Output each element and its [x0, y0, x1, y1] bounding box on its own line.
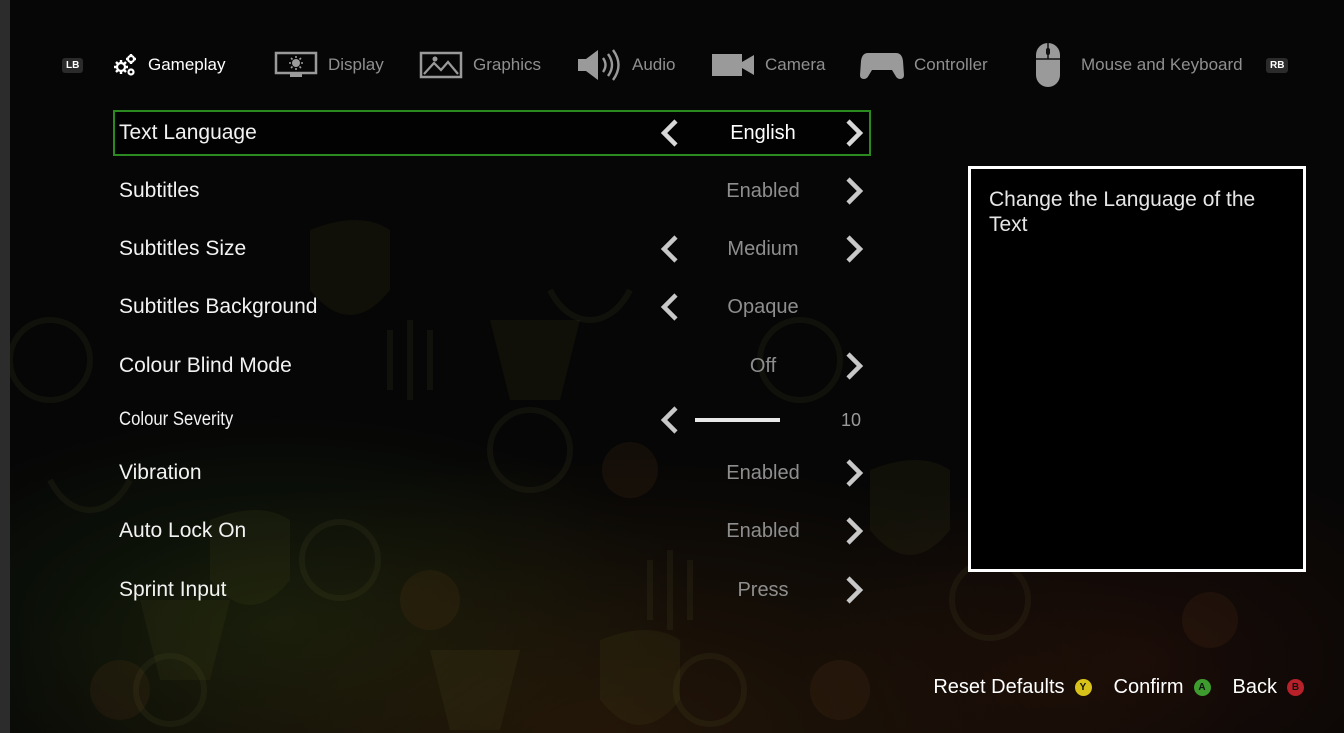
setting-vibration[interactable]: Vibration Enabled — [113, 450, 871, 496]
setting-value: Medium — [727, 238, 799, 260]
back-hint[interactable]: Back B — [1233, 676, 1304, 699]
tab-graphics[interactable]: Graphics — [419, 40, 541, 90]
category-tab-bar: LB Gameplay Display Graphics Audio Camer… — [10, 40, 1344, 90]
chevron-right-icon[interactable] — [843, 119, 865, 147]
setting-subtitles[interactable]: Subtitles Enabled — [113, 168, 871, 214]
lb-button-icon[interactable]: LB — [62, 58, 84, 73]
tab-label: Mouse and Keyboard — [1081, 55, 1243, 74]
tab-camera[interactable]: Camera — [711, 40, 825, 90]
setting-label: Subtitles — [119, 179, 200, 202]
b-button-icon: B — [1287, 678, 1304, 696]
gears-icon — [112, 52, 138, 78]
setting-label: Auto Lock On — [119, 519, 247, 542]
setting-colour-severity[interactable]: Colour Severity 10 — [113, 397, 871, 443]
setting-value: English — [730, 122, 796, 144]
setting-label: Subtitles Background — [119, 295, 318, 318]
back-label: Back — [1232, 675, 1277, 698]
description-text: Change the Language of the Text — [989, 188, 1256, 236]
tab-label: Camera — [765, 55, 826, 74]
setting-value: Enabled — [726, 180, 800, 202]
chevron-left-icon[interactable] — [659, 293, 681, 321]
a-button-icon: A — [1193, 678, 1211, 696]
tab-gameplay[interactable]: Gameplay — [112, 40, 225, 90]
video-camera-icon — [711, 52, 755, 78]
chevron-left-icon[interactable] — [659, 235, 681, 263]
setting-label: Vibration — [119, 461, 202, 484]
button-hints: Reset Defaults Y Confirm A Back B — [911, 672, 1304, 702]
setting-label: Text Language — [119, 121, 257, 144]
setting-value: Off — [749, 355, 777, 377]
confirm-hint[interactable]: Confirm A — [1114, 676, 1211, 699]
tab-label: Audio — [632, 55, 676, 74]
tab-label: Gameplay — [148, 55, 226, 74]
rb-button-icon[interactable]: RB — [1266, 58, 1289, 73]
tab-display[interactable]: Display — [274, 40, 384, 90]
severity-slider[interactable] — [695, 418, 780, 422]
setting-label: Colour Severity — [119, 409, 234, 430]
chevron-right-icon[interactable] — [843, 459, 865, 487]
setting-label: Subtitles Size — [119, 237, 247, 260]
setting-label: Sprint Input — [119, 578, 227, 601]
chevron-right-icon[interactable] — [843, 576, 865, 604]
tab-audio[interactable]: Audio — [576, 40, 675, 90]
severity-value: 10 — [841, 410, 862, 430]
setting-value: Enabled — [726, 462, 800, 484]
setting-value: Opaque — [727, 296, 799, 318]
image-icon — [419, 51, 463, 79]
screen-edge — [0, 0, 10, 733]
setting-sprint-input[interactable]: Sprint Input Press — [113, 567, 871, 613]
settings-screen: LB Gameplay Display Graphics Audio Camer… — [10, 0, 1344, 733]
tab-label: Controller — [914, 55, 988, 74]
setting-colour-blind-mode[interactable]: Colour Blind Mode Off — [113, 343, 871, 389]
speaker-icon — [576, 47, 622, 83]
chevron-right-icon[interactable] — [843, 352, 865, 380]
chevron-right-icon[interactable] — [843, 517, 865, 545]
setting-subtitles-size[interactable]: Subtitles Size Medium — [113, 226, 871, 272]
y-button-icon: Y — [1074, 678, 1092, 696]
setting-label: Colour Blind Mode — [119, 354, 292, 377]
chevron-left-icon[interactable] — [659, 406, 681, 434]
setting-value: Enabled — [726, 520, 800, 542]
chevron-right-icon[interactable] — [843, 177, 865, 205]
confirm-label: Confirm — [1113, 675, 1184, 698]
setting-subtitles-background[interactable]: Subtitles Background Opaque — [113, 284, 871, 330]
tab-mouse-and-keyboard[interactable]: Mouse and Keyboard — [1035, 40, 1243, 90]
tab-controller[interactable]: Controller — [860, 40, 988, 90]
reset-defaults-hint[interactable]: Reset Defaults Y — [933, 675, 1092, 699]
reset-defaults-label: Reset Defaults — [933, 675, 1065, 698]
tab-label: Display — [328, 55, 384, 74]
setting-auto-lock-on[interactable]: Auto Lock On Enabled — [113, 508, 871, 554]
chevron-right-icon[interactable] — [843, 235, 865, 263]
gamepad-icon — [860, 50, 904, 80]
mouse-icon — [1035, 42, 1061, 88]
setting-value: Press — [737, 579, 789, 601]
setting-description-panel: Change the Language of the Text — [968, 166, 1306, 572]
tab-label: Graphics — [473, 55, 542, 74]
chevron-left-icon[interactable] — [659, 119, 681, 147]
monitor-icon — [274, 51, 318, 79]
setting-text-language[interactable]: Text Language English — [113, 110, 871, 156]
